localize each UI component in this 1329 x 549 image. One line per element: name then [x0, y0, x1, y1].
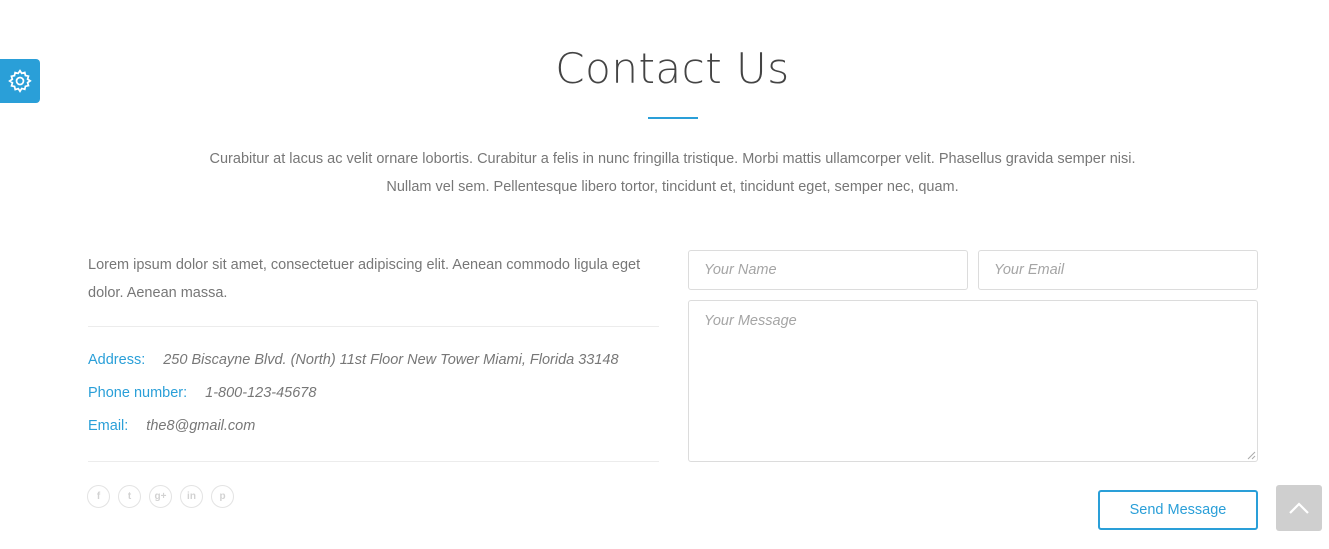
- divider: [88, 461, 659, 462]
- linkedin-icon[interactable]: in: [180, 485, 203, 508]
- resize-handle-icon[interactable]: [1246, 450, 1256, 460]
- facebook-icon[interactable]: f: [87, 485, 110, 508]
- email-input[interactable]: [978, 250, 1258, 290]
- phone-row: Phone number: 1-800-123-45678: [88, 385, 316, 401]
- divider: [88, 326, 659, 327]
- chevron-up-icon: [1289, 502, 1309, 514]
- email-value[interactable]: the8@gmail.com: [146, 418, 255, 434]
- title-divider: [648, 117, 698, 119]
- pinterest-icon[interactable]: p: [211, 485, 234, 508]
- message-textarea[interactable]: [688, 300, 1258, 462]
- section-intro: Curabitur at lacus ac velit ornare lobor…: [209, 151, 1136, 195]
- google-plus-icon[interactable]: g+: [149, 485, 172, 508]
- email-row: Email: the8@gmail.com: [88, 418, 255, 434]
- email-label: Email:: [88, 418, 129, 434]
- phone-value: 1-800-123-45678: [205, 385, 317, 401]
- address-label: Address:: [88, 352, 146, 368]
- section-title: Contact Us: [555, 44, 790, 93]
- back-to-top-button[interactable]: [1276, 485, 1322, 531]
- send-message-button[interactable]: Send Message: [1098, 490, 1258, 530]
- phone-label: Phone number:: [88, 385, 188, 401]
- contact-lead-text: Lorem ipsum dolor sit amet, consectetuer…: [88, 257, 641, 301]
- twitter-icon[interactable]: t: [118, 485, 141, 508]
- social-links: f t g+ in p: [87, 485, 234, 508]
- address-row: Address: 250 Biscayne Blvd. (North) 11st …: [88, 352, 619, 368]
- address-value: 250 Biscayne Blvd. (North) 11st Floor Ne…: [163, 352, 619, 368]
- name-input[interactable]: [688, 250, 968, 290]
